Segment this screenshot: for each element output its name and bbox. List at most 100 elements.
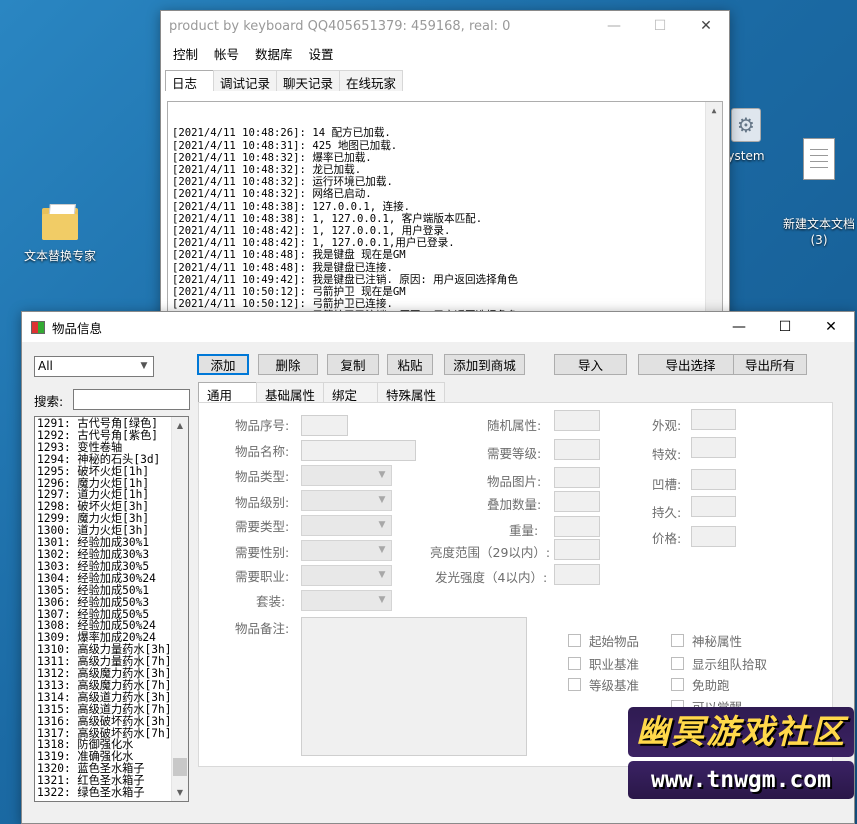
list-item[interactable]: 1304: 经验加成30%24	[37, 572, 171, 585]
tab-debug[interactable]: 调试记录	[213, 70, 278, 91]
list-item[interactable]: 1293: 变性卷轴	[37, 441, 171, 454]
title-bar[interactable]: product by keyboard QQ405651379: 459168,…	[161, 11, 729, 41]
scroll-thumb[interactable]	[173, 758, 187, 776]
export-selected-button[interactable]: 导出选择	[638, 354, 743, 375]
menu-settings[interactable]: 设置	[301, 44, 342, 63]
chevron-down-icon: ▼	[378, 545, 386, 555]
desktop-icon-new-text[interactable]: 新建文本文档 (3)	[778, 106, 857, 264]
item-name-field[interactable]	[301, 440, 416, 461]
chevron-down-icon: ▼	[378, 520, 386, 530]
list-item[interactable]: 1314: 高级道力药水[3h]	[37, 691, 171, 704]
list-item[interactable]: 1316: 高级破坏药水[3h]	[37, 715, 171, 728]
item-image-field[interactable]	[554, 467, 600, 488]
label-item-index: 物品序号:	[235, 418, 290, 433]
add-button[interactable]: 添加	[197, 354, 249, 375]
item-index-field[interactable]	[301, 415, 348, 436]
menu-control[interactable]: 控制	[165, 44, 206, 63]
delete-button[interactable]: 删除	[258, 354, 318, 375]
tab-special-attributes[interactable]: 特殊属性	[377, 382, 446, 403]
label-required-level: 需要等级:	[487, 446, 542, 461]
start-item-checkbox[interactable]: 起始物品	[568, 631, 639, 650]
checkbox-box[interactable]	[671, 657, 684, 670]
mystery-attr-checkbox[interactable]: 神秘属性	[671, 631, 742, 650]
log-scrollbar[interactable]: ▲	[705, 102, 722, 318]
log-output[interactable]: [2021/4/11 10:48:26]: 14 配方已加载. [2021/4/1…	[167, 101, 723, 319]
level-base-checkbox[interactable]: 等级基准	[568, 675, 639, 694]
scroll-down-icon[interactable]: ▼	[172, 784, 188, 801]
add-to-shop-button[interactable]: 添加到商城	[444, 354, 525, 375]
checkbox-box[interactable]	[568, 634, 581, 647]
light-intensity-field[interactable]	[554, 564, 600, 585]
list-item[interactable]: 1322: 绿色圣水箱子	[37, 787, 171, 799]
search-input[interactable]	[73, 389, 190, 410]
window-title: product by keyboard QQ405651379: 459168,…	[169, 18, 511, 34]
item-type-select[interactable]: ▼	[301, 465, 392, 486]
filter-select[interactable]: All ▼	[34, 356, 154, 377]
checkbox-box[interactable]	[671, 634, 684, 647]
copy-button[interactable]: 复制	[327, 354, 379, 375]
paste-button[interactable]: 粘贴	[387, 354, 433, 375]
show-group-pickup-checkbox[interactable]: 显示组队拾取	[671, 654, 767, 673]
label-required-type: 需要类型:	[235, 519, 290, 534]
item-grade-select[interactable]: ▼	[301, 490, 392, 511]
close-button[interactable]: ✕	[808, 312, 854, 342]
durability-field[interactable]	[691, 496, 736, 517]
list-item[interactable]: 1305: 经验加成50%1	[37, 584, 171, 597]
list-item[interactable]: 1306: 经验加成50%3	[37, 596, 171, 609]
item-list[interactable]: 1291: 古代号角[绿色] 1292: 古代号角[紫色] 1293: 变性卷轴 12…	[34, 416, 189, 802]
no-run-up-checkbox[interactable]: 免助跑	[671, 675, 730, 694]
tab-chat[interactable]: 聊天记录	[276, 70, 341, 91]
list-item[interactable]: 1315: 高级道力药水[7h]	[37, 703, 171, 716]
item-note-field[interactable]	[301, 617, 527, 756]
item-rows: 1291: 古代号角[绿色] 1292: 古代号角[紫色] 1293: 变性卷轴 12…	[37, 418, 171, 799]
tab-binding[interactable]: 绑定	[323, 382, 379, 403]
light-range-field[interactable]	[554, 539, 600, 560]
close-button[interactable]: ✕	[683, 11, 729, 41]
checkbox-box[interactable]	[671, 678, 684, 691]
title-bar[interactable]: 物品信息 — ☐ ✕	[22, 312, 854, 342]
gear-file-icon: ⚙	[731, 108, 761, 142]
menu-database[interactable]: 数据库	[247, 44, 301, 63]
weight-field[interactable]	[554, 516, 600, 537]
label-appearance: 外观:	[652, 418, 682, 433]
label-item-image: 物品图片:	[487, 474, 542, 489]
effect-field[interactable]	[691, 437, 736, 458]
set-select[interactable]: ▼	[301, 590, 392, 611]
tab-online[interactable]: 在线玩家	[339, 70, 404, 91]
log-line: [2021/4/11 10:50:12]: 弓箭护卫已连接.	[172, 298, 393, 311]
minimize-button[interactable]: —	[716, 312, 762, 342]
maximize-button[interactable]: ☐	[637, 11, 683, 41]
label-item-type: 物品类型:	[235, 469, 290, 484]
list-item[interactable]: 1303: 经验加成30%5	[37, 560, 171, 573]
required-class-select[interactable]: ▼	[301, 565, 392, 586]
checkbox-box[interactable]	[568, 678, 581, 691]
class-base-checkbox[interactable]: 职业基准	[568, 654, 639, 673]
random-attr-field[interactable]	[554, 410, 600, 431]
menu-account[interactable]: 帐号	[206, 44, 247, 63]
tab-general[interactable]: 通用	[198, 382, 258, 403]
required-level-field[interactable]	[554, 439, 600, 460]
label-durability: 持久:	[652, 505, 682, 520]
scroll-up-icon[interactable]: ▲	[172, 417, 188, 434]
log-lines: [2021/4/11 10:48:26]: 14 配方已加载. [2021/4/1…	[172, 127, 722, 318]
checkbox-box[interactable]	[568, 657, 581, 670]
list-item[interactable]: 1294: 神秘的石头[3d]	[37, 453, 171, 466]
log-line: [2021/4/11 10:49:42]: 我是键盘已注销. 原因: 用户返回选…	[172, 273, 518, 286]
price-field[interactable]	[691, 526, 736, 547]
slots-field[interactable]	[691, 469, 736, 490]
minimize-button[interactable]: —	[591, 11, 637, 41]
maximize-button[interactable]: ☐	[762, 312, 808, 342]
required-gender-select[interactable]: ▼	[301, 540, 392, 561]
item-list-scrollbar[interactable]: ▲ ▼	[171, 417, 188, 801]
import-button[interactable]: 导入	[554, 354, 627, 375]
tab-log[interactable]: 日志	[165, 70, 215, 91]
scroll-up-icon[interactable]: ▲	[706, 102, 722, 119]
appearance-field[interactable]	[691, 409, 736, 430]
desktop-icon-text-replace[interactable]: 文本替换专家	[18, 208, 102, 264]
required-type-select[interactable]: ▼	[301, 515, 392, 536]
menu-bar: 控制 帐号 数据库 设置	[161, 41, 729, 65]
list-item[interactable]: 1295: 破坏火炬[1h]	[37, 465, 171, 478]
tab-basic-attributes[interactable]: 基础属性	[256, 382, 325, 403]
export-all-button[interactable]: 导出所有	[733, 354, 807, 375]
stack-size-field[interactable]	[554, 491, 600, 512]
